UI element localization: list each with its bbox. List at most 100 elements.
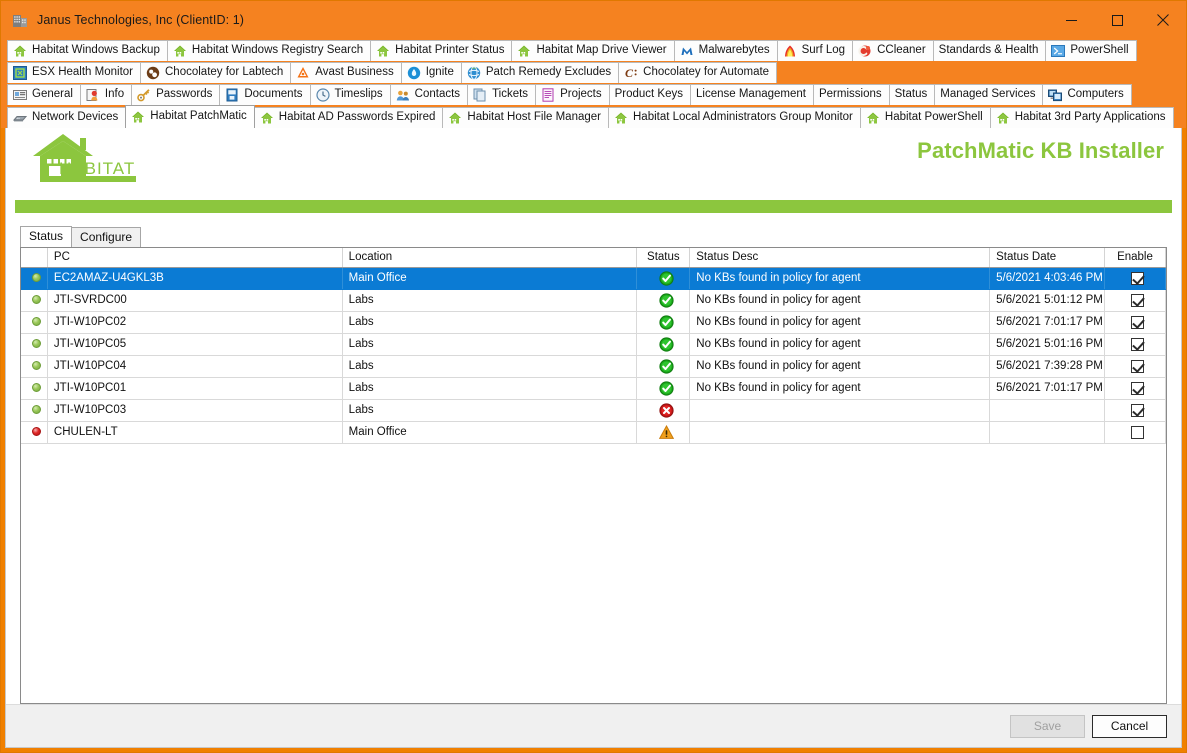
tab-computers[interactable]: Computers	[1042, 84, 1132, 105]
tab-general[interactable]: General	[7, 84, 81, 105]
tab-status[interactable]: Status	[888, 84, 936, 105]
inner-tab-status[interactable]: Status	[20, 225, 73, 247]
tab-contacts[interactable]: Contacts	[389, 84, 469, 105]
tab-label: Managed Services	[940, 88, 1036, 101]
tab-chocolatey-for-labtech[interactable]: Chocolatey for Labtech	[140, 62, 292, 83]
tab-surf-log[interactable]: Surf Log	[776, 40, 854, 61]
table-row[interactable]: JTI-W10PC01 Labs No KBs found in policy fo…	[21, 377, 1167, 400]
cell-enable[interactable]	[1104, 267, 1167, 290]
minimize-button[interactable]	[1048, 1, 1094, 39]
row-marker-cell[interactable]	[21, 267, 48, 290]
tab-managed-services[interactable]: Managed Services	[934, 84, 1044, 105]
table-row[interactable]: JTI-W10PC03 Labs	[21, 399, 1167, 422]
tab-esx-health-monitor[interactable]: ESX Health Monitor	[7, 62, 141, 83]
powershell-icon	[1051, 44, 1066, 58]
tab-habitat-map-drive-viewer[interactable]: Habitat Map Drive Viewer	[511, 40, 675, 61]
table-row[interactable]: JTI-W10PC02 Labs No KBs found in policy fo…	[21, 311, 1167, 334]
enable-checkbox[interactable]	[1131, 359, 1145, 373]
cell-status-desc: No KBs found in policy for agent	[689, 267, 991, 290]
tab-malwarebytes[interactable]: Malwarebytes	[673, 40, 778, 61]
tab-tickets[interactable]: Tickets	[467, 84, 537, 105]
tab-habitat-3rd-party-applications[interactable]: Habitat 3rd Party Applications	[989, 107, 1174, 128]
cell-enable[interactable]	[1104, 377, 1167, 400]
enable-checkbox[interactable]	[1131, 293, 1145, 307]
row-marker-cell[interactable]	[21, 333, 48, 356]
maximize-button[interactable]	[1094, 1, 1140, 39]
close-button[interactable]	[1140, 1, 1186, 39]
cell-status	[636, 311, 691, 334]
enable-checkbox[interactable]	[1131, 315, 1145, 329]
tab-label: Habitat Local Administrators Group Monit…	[633, 111, 853, 124]
tab-habitat-printer-status[interactable]: Habitat Printer Status	[370, 40, 513, 61]
enable-checkbox[interactable]	[1131, 271, 1145, 285]
cell-enable[interactable]	[1104, 421, 1167, 444]
row-marker-cell[interactable]	[21, 399, 48, 422]
tab-license-management[interactable]: License Management	[690, 84, 814, 105]
enable-checkbox[interactable]	[1131, 425, 1145, 439]
tab-label: Patch Remedy Excludes	[485, 66, 612, 79]
general-card-icon	[13, 88, 27, 102]
tab-timeslips[interactable]: Timeslips	[309, 84, 391, 105]
tab-label: General	[32, 88, 73, 101]
tab-strips: Habitat Windows Backup Habitat Windows Re…	[1, 39, 1186, 128]
row-marker-cell[interactable]	[21, 311, 48, 334]
tab-label: Documents	[244, 88, 303, 101]
table-row[interactable]: JTI-SVRDC00 Labs No KBs found in policy fo…	[21, 289, 1167, 312]
tab-avast-business[interactable]: Avast Business	[290, 62, 402, 83]
column-header-marker[interactable]	[21, 248, 48, 268]
column-header-status-date[interactable]: Status Date	[989, 248, 1105, 268]
table-row[interactable]: EC2AMAZ-U4GKL3B Main Office No KBs found i…	[21, 267, 1167, 290]
save-button[interactable]: Save	[1010, 714, 1085, 738]
column-header-status[interactable]: Status	[636, 248, 691, 268]
cell-enable[interactable]	[1104, 311, 1167, 334]
tab-documents[interactable]: Documents	[219, 84, 311, 105]
tab-habitat-windows-registry-search[interactable]: Habitat Windows Registry Search	[166, 40, 372, 61]
table-row[interactable]: CHULEN-LT Main Office	[21, 421, 1167, 444]
tab-product-keys[interactable]: Product Keys	[608, 84, 692, 105]
tab-habitat-powershell[interactable]: Habitat PowerShell	[859, 107, 991, 128]
title-bar: Janus Technologies, Inc (ClientID: 1)	[1, 1, 1186, 39]
tab-habitat-local-administrators-group-monitor[interactable]: Habitat Local Administrators Group Monit…	[608, 107, 861, 128]
tab-label: Permissions	[818, 88, 882, 101]
tab-powershell[interactable]: PowerShell	[1045, 40, 1137, 61]
enable-checkbox[interactable]	[1131, 337, 1145, 351]
tab-habitat-patchmatic[interactable]: Habitat PatchMatic	[125, 105, 255, 128]
tab-ccleaner[interactable]: CCleaner	[852, 40, 934, 61]
tab-label: Malwarebytes	[698, 44, 770, 57]
habitat-house-icon	[376, 44, 390, 58]
cell-pc: CHULEN-LT	[47, 421, 343, 444]
row-marker-cell[interactable]	[21, 289, 48, 312]
tab-habitat-ad-passwords-expired[interactable]: Habitat AD Passwords Expired	[253, 107, 444, 128]
tab-standards-health[interactable]: Standards & Health	[932, 40, 1047, 61]
grid-empty-area	[21, 443, 1166, 703]
tab-ignite[interactable]: Ignite	[400, 62, 462, 83]
table-row[interactable]: JTI-W10PC05 Labs No KBs found in policy fo…	[21, 333, 1167, 356]
row-marker-cell[interactable]	[21, 355, 48, 378]
cell-enable[interactable]	[1104, 355, 1167, 378]
row-marker-cell[interactable]	[21, 377, 48, 400]
cancel-button[interactable]: Cancel	[1092, 714, 1167, 738]
tab-projects[interactable]: Projects	[535, 84, 610, 105]
column-header-status-desc[interactable]: Status Desc	[689, 248, 991, 268]
cell-enable[interactable]	[1104, 333, 1167, 356]
column-header-pc[interactable]: PC	[47, 248, 343, 268]
tab-label: Projects	[560, 88, 602, 101]
tab-patch-remedy-excludes[interactable]: Patch Remedy Excludes	[460, 62, 620, 83]
tab-habitat-windows-backup[interactable]: Habitat Windows Backup	[7, 40, 168, 61]
table-row[interactable]: JTI-W10PC04 Labs No KBs found in policy fo…	[21, 355, 1167, 378]
tab-info[interactable]: Info	[79, 84, 133, 105]
row-marker-cell[interactable]	[21, 421, 48, 444]
column-header-enable[interactable]: Enable	[1104, 248, 1167, 268]
tab-passwords[interactable]: Passwords	[131, 84, 221, 105]
enable-checkbox[interactable]	[1131, 381, 1145, 395]
tab-chocolatey-for-automate[interactable]: C Chocolatey for Automate	[618, 62, 778, 83]
inner-tab-configure[interactable]: Configure	[71, 226, 142, 247]
enable-checkbox[interactable]	[1131, 403, 1145, 417]
column-header-location[interactable]: Location	[342, 248, 638, 268]
cell-enable[interactable]	[1104, 289, 1167, 312]
cell-enable[interactable]	[1104, 399, 1167, 422]
status-success-icon	[659, 336, 674, 352]
tab-permissions[interactable]: Permissions	[812, 84, 890, 105]
tab-network-devices[interactable]: Network Devices	[7, 107, 127, 128]
tab-habitat-host-file-manager[interactable]: Habitat Host File Manager	[442, 107, 609, 128]
